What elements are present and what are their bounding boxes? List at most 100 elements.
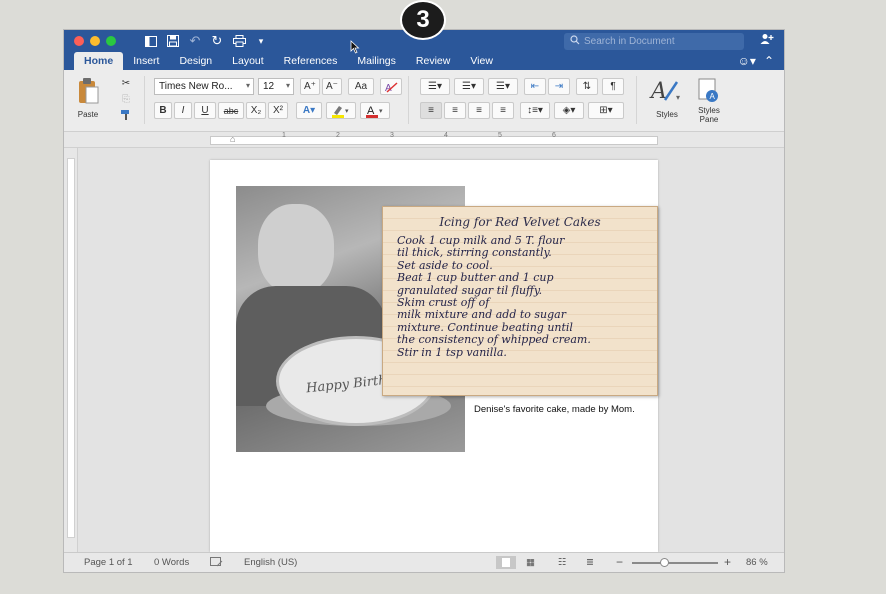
photo-caption[interactable]: Denise's favorite cake, made by Mom. xyxy=(474,404,635,415)
clear-formatting-button[interactable]: A xyxy=(380,78,402,95)
word-count[interactable]: 0 Words xyxy=(154,557,189,568)
tab-review[interactable]: Review xyxy=(406,52,460,70)
ruler-tick: 1 xyxy=(282,132,286,139)
styles-gallery-button[interactable]: A ▾ xyxy=(648,76,684,106)
print-layout-view-icon[interactable] xyxy=(496,556,516,572)
increase-indent-button[interactable]: ⇥ xyxy=(548,78,570,95)
line-spacing-button[interactable]: ↕≡▾ xyxy=(520,102,550,119)
chevron-down-icon: ▾ xyxy=(245,81,250,90)
show-marks-button[interactable]: ¶ xyxy=(602,78,624,95)
font-name-value: Times New Ro... xyxy=(159,81,233,92)
borders-button[interactable]: ⊞▾ xyxy=(588,102,624,119)
format-painter-icon[interactable] xyxy=(118,108,134,122)
strikethrough-button[interactable]: abc xyxy=(218,102,244,119)
tab-view[interactable]: View xyxy=(460,52,503,70)
minimize-window-button[interactable] xyxy=(90,36,100,46)
underline-button[interactable]: U xyxy=(194,102,216,119)
italic-button[interactable]: I xyxy=(174,102,192,119)
zoom-window-button[interactable] xyxy=(106,36,116,46)
tab-home[interactable]: Home xyxy=(74,52,124,70)
save-icon[interactable] xyxy=(164,32,182,50)
grow-font-button[interactable]: A⁺ xyxy=(300,78,320,95)
justify-button[interactable]: ≡ xyxy=(492,102,514,119)
vertical-ruler[interactable] xyxy=(64,148,78,552)
ribbon-home: Paste ✂ ⎘ Times New Ro... ▾ 12 ▾ A⁺ A⁻ A… xyxy=(64,70,784,132)
bold-button[interactable]: B xyxy=(154,102,172,119)
align-center-button[interactable]: ≡ xyxy=(444,102,466,119)
svg-text:▾: ▾ xyxy=(379,108,383,115)
svg-text:A: A xyxy=(649,79,667,104)
zoom-out-button[interactable]: − xyxy=(616,555,623,569)
horizontal-ruler[interactable]: 1 2 3 4 5 6 ⌂ xyxy=(64,132,784,148)
print-icon[interactable] xyxy=(230,32,248,50)
web-layout-view-icon[interactable]: ▦ xyxy=(526,557,535,568)
recipe-line: til thick, stirring constantly. xyxy=(397,246,552,260)
styles-pane-button[interactable]: A xyxy=(694,76,724,106)
vertical-ruler-track xyxy=(67,158,75,538)
collapse-ribbon-icon[interactable]: ⌃ xyxy=(764,54,774,68)
decrease-indent-button[interactable]: ⇤ xyxy=(524,78,546,95)
ruler-tick: 5 xyxy=(498,132,502,139)
tab-layout[interactable]: Layout xyxy=(222,52,274,70)
text-effects-button[interactable]: A▾ xyxy=(296,102,322,119)
language-indicator[interactable]: English (US) xyxy=(244,557,297,568)
paste-button[interactable] xyxy=(74,76,102,106)
tab-insert[interactable]: Insert xyxy=(123,52,169,70)
cut-icon[interactable]: ✂ xyxy=(118,76,134,90)
recipe-line: the consistency of whipped cream. xyxy=(397,333,591,347)
shading-button[interactable]: ◈▾ xyxy=(554,102,584,119)
multilevel-list-button[interactable]: ☰▾ xyxy=(488,78,518,95)
paste-label: Paste xyxy=(77,110,99,119)
font-size-dropdown[interactable]: 12 ▾ xyxy=(258,78,294,95)
recipe-line: milk mixture and add to sugar xyxy=(397,308,566,322)
zoom-level[interactable]: 86 % xyxy=(746,557,768,568)
highlight-color-button[interactable]: ▾ xyxy=(326,102,356,119)
undo-icon[interactable]: ↶ xyxy=(186,32,204,50)
svg-text:▾: ▾ xyxy=(676,93,680,102)
customize-toolbar-icon[interactable]: ▾ xyxy=(252,32,270,50)
svg-text:A: A xyxy=(710,92,716,101)
outline-view-icon[interactable]: ☷ xyxy=(558,557,567,568)
redo-icon[interactable]: ↻ xyxy=(208,32,226,50)
superscript-button[interactable]: X² xyxy=(268,102,288,119)
subscript-button[interactable]: X₂ xyxy=(246,102,266,119)
tab-references[interactable]: References xyxy=(274,52,348,70)
indent-marker[interactable]: ⌂ xyxy=(230,134,235,144)
page-count[interactable]: Page 1 of 1 xyxy=(84,557,133,568)
step-number-badge: 3 xyxy=(400,0,446,40)
tab-design[interactable]: Design xyxy=(169,52,222,70)
search-document-box[interactable] xyxy=(564,33,744,50)
ruler-tick: 2 xyxy=(336,132,340,139)
font-size-value: 12 xyxy=(263,81,275,92)
smiley-feedback-icon[interactable]: ☺▾ xyxy=(738,54,756,68)
document-canvas: Happy Birthday Icing for Red Velvet Cake… xyxy=(78,148,784,552)
share-icon[interactable] xyxy=(760,33,774,48)
draft-view-icon[interactable]: ≣ xyxy=(586,557,594,568)
sort-button[interactable]: ⇅ xyxy=(576,78,598,95)
zoom-slider-track[interactable] xyxy=(632,562,718,564)
quick-access-toolbar: ↶ ↻ ▾ xyxy=(142,32,274,50)
proofing-icon[interactable] xyxy=(210,557,223,571)
zoom-slider-thumb[interactable] xyxy=(660,558,669,567)
copy-icon[interactable]: ⎘ xyxy=(118,92,134,106)
ruler-tick: 3 xyxy=(390,132,394,139)
zoom-in-button[interactable]: + xyxy=(724,555,731,569)
align-right-button[interactable]: ≡ xyxy=(468,102,490,119)
document-page[interactable]: Happy Birthday Icing for Red Velvet Cake… xyxy=(210,160,658,552)
ribbon-tabs: Home Insert Design Layout References Mai… xyxy=(64,52,784,70)
close-window-button[interactable] xyxy=(74,36,84,46)
mouse-cursor-icon xyxy=(350,40,360,59)
styles-label: Styles xyxy=(656,110,678,119)
change-case-button[interactable]: Aa xyxy=(348,78,374,95)
recipe-card-image[interactable]: Icing for Red Velvet Cakes Cook 1 cup mi… xyxy=(382,206,658,396)
shrink-font-button[interactable]: A⁻ xyxy=(322,78,342,95)
search-input[interactable] xyxy=(584,36,724,47)
sidebar-icon[interactable] xyxy=(142,32,160,50)
align-left-button[interactable]: ≡ xyxy=(420,102,442,119)
font-color-button[interactable]: A ▾ xyxy=(360,102,390,119)
chevron-down-icon: ▾ xyxy=(285,81,290,90)
bullets-button[interactable]: ☰▾ xyxy=(420,78,450,95)
font-name-dropdown[interactable]: Times New Ro... ▾ xyxy=(154,78,254,95)
search-icon xyxy=(570,35,580,48)
numbering-button[interactable]: ☰▾ xyxy=(454,78,484,95)
